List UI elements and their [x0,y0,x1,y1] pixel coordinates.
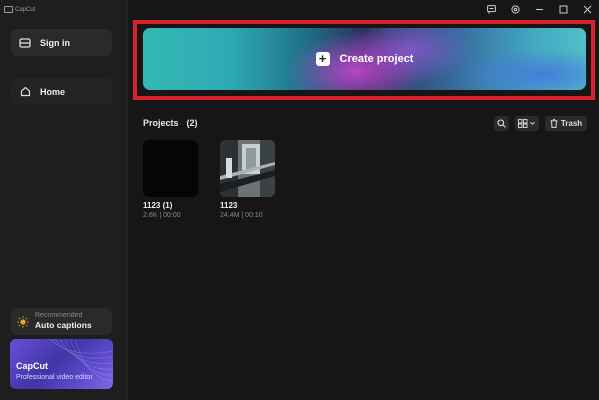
create-project-button[interactable]: + Create project [143,28,586,90]
auto-captions-title: Auto captions [35,320,92,330]
sidebar: CapCut Sign in Home Recommended Auto cap… [0,0,128,400]
sign-in-button[interactable]: Sign in [11,29,112,56]
home-icon [19,86,31,98]
sidebar-item-home[interactable]: Home [11,78,112,105]
recommended-label: Recommended [35,312,83,319]
grid-view-icon [518,119,535,128]
project-name: 1123 [220,201,238,210]
search-button[interactable] [494,116,509,131]
settings-icon[interactable] [510,4,521,15]
trash-icon [550,119,558,128]
window-controls [486,4,593,15]
project-card[interactable]: 1123 (1) 2.6K | 00:00 [143,140,198,219]
project-meta: 2.6K | 00:00 [143,212,181,219]
recommended-auto-captions[interactable]: Recommended Auto captions [11,308,112,335]
project-thumbnail[interactable] [220,140,275,197]
app-title: CapCut [4,6,35,13]
feedback-icon[interactable] [486,4,497,15]
projects-heading: Projects (2) [143,118,198,128]
projects-toolbar: Trash [494,116,587,131]
plus-icon: + [315,52,330,66]
projects-label: Projects [143,118,179,128]
promo-title: CapCut [16,361,48,371]
promo-subtitle: Professional video editor [16,374,93,381]
video-frame-image [220,140,275,197]
capcut-logo-icon [4,6,13,13]
create-project-label: Create project [339,53,414,65]
view-mode-button[interactable] [515,116,539,131]
trash-button[interactable]: Trash [545,116,587,131]
capcut-logo-icon [19,37,31,49]
capcut-promo-banner[interactable]: CapCut Professional video editor [10,339,113,389]
project-meta: 24.4M | 00:10 [220,212,263,219]
project-name: 1123 (1) [143,201,173,210]
projects-count: (2) [186,118,198,128]
app-title-text: CapCut [15,6,36,13]
sun-icon [17,315,29,328]
trash-label: Trash [560,119,583,128]
project-card[interactable]: 1123 24.4M | 00:10 [220,140,275,219]
search-icon [497,119,506,128]
sign-in-label: Sign in [40,37,70,48]
project-thumbnail[interactable] [143,140,198,197]
minimize-icon[interactable] [534,4,545,15]
sidebar-item-home-label: Home [40,86,66,97]
maximize-icon[interactable] [558,4,569,15]
close-icon[interactable] [582,4,593,15]
